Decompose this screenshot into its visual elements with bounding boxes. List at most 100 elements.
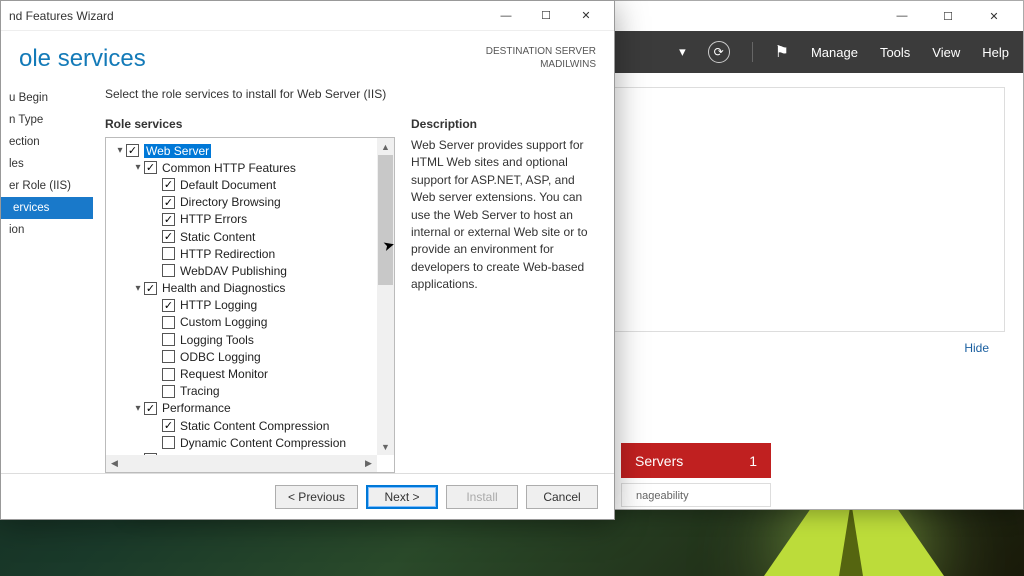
nav-step[interactable]: les — [1, 153, 93, 175]
tree-node[interactable]: Default Document — [108, 176, 375, 193]
tree-node[interactable]: HTTP Redirection — [108, 245, 375, 262]
tree-node[interactable]: ▾Performance — [108, 400, 375, 417]
sm-hide-link[interactable]: Hide — [964, 341, 989, 355]
tree-label: Logging Tools — [180, 333, 254, 347]
wizard-header: ole services DESTINATION SERVER MADILWIN… — [1, 31, 614, 81]
tree-node[interactable]: HTTP Errors — [108, 211, 375, 228]
previous-button[interactable]: < Previous — [275, 485, 358, 509]
checkbox[interactable] — [162, 264, 175, 277]
tree-node[interactable]: Logging Tools — [108, 331, 375, 348]
refresh-icon[interactable]: ⟳ — [708, 41, 730, 63]
tree-vscrollbar[interactable]: ▲ ▼ — [377, 138, 394, 455]
tree-label: Default Document — [180, 178, 276, 192]
nav-step[interactable]: ection — [1, 131, 93, 153]
tree-node[interactable]: WebDAV Publishing — [108, 262, 375, 279]
checkbox[interactable] — [126, 144, 139, 157]
tree-hscrollbar[interactable]: ◀ ▶ — [106, 455, 377, 472]
checkbox[interactable] — [162, 316, 175, 329]
checkbox[interactable] — [144, 161, 157, 174]
expand-icon[interactable]: ▾ — [132, 162, 144, 173]
description-text: Web Server provides support for HTML Web… — [411, 137, 598, 294]
wizard-footer: < Previous Next > Install Cancel — [1, 473, 614, 519]
checkbox[interactable] — [162, 368, 175, 381]
expand-icon[interactable]: ▾ — [132, 283, 144, 294]
scroll-thumb[interactable] — [378, 155, 393, 285]
role-services-tree: ▾Web Server▾Common HTTP FeaturesDefault … — [105, 137, 395, 473]
description-heading: Description — [411, 117, 598, 131]
sm-close-button[interactable]: ✕ — [971, 1, 1017, 31]
tree-label: HTTP Errors — [180, 212, 247, 226]
checkbox[interactable] — [162, 350, 175, 363]
tree-label: Request Monitor — [180, 367, 268, 381]
checkbox[interactable] — [162, 178, 175, 191]
wizard-titlebar[interactable]: nd Features Wizard — ☐ ✕ — [1, 1, 614, 31]
nav-step[interactable]: ion — [1, 219, 93, 241]
wizard-title: nd Features Wizard — [9, 9, 114, 23]
tree-node[interactable]: Dynamic Content Compression — [108, 434, 375, 451]
tree-node[interactable]: Tracing — [108, 383, 375, 400]
scroll-right-icon[interactable]: ▶ — [360, 455, 377, 472]
add-roles-wizard: nd Features Wizard — ☐ ✕ ole services DE… — [0, 0, 615, 520]
nav-step[interactable]: ervices — [1, 197, 93, 219]
tree-node[interactable]: Request Monitor — [108, 365, 375, 382]
tree-node[interactable]: ▾ Health and Diagnostics — [108, 280, 375, 297]
tree-node[interactable]: ▾ Web Server — [108, 142, 375, 159]
tree-node[interactable]: ODBC Logging — [108, 348, 375, 365]
tree-label: ODBC Logging — [180, 350, 261, 364]
instruction-text: Select the role services to install for … — [105, 87, 598, 101]
scroll-down-icon[interactable]: ▼ — [377, 438, 394, 455]
checkbox[interactable] — [162, 213, 175, 226]
checkbox[interactable] — [162, 299, 175, 312]
tree-label: Web Server — [144, 144, 211, 158]
sm-minimize-button[interactable]: — — [879, 1, 925, 31]
cancel-button[interactable]: Cancel — [526, 485, 598, 509]
scroll-left-icon[interactable]: ◀ — [106, 455, 123, 472]
tree-node[interactable]: HTTP Logging — [108, 297, 375, 314]
checkbox[interactable] — [162, 333, 175, 346]
expand-icon[interactable]: ▾ — [132, 403, 144, 414]
tree-label: HTTP Redirection — [180, 247, 275, 261]
checkbox[interactable] — [144, 402, 157, 415]
scroll-up-icon[interactable]: ▲ — [377, 138, 394, 155]
tree-label: Health and Diagnostics — [162, 281, 285, 295]
tree-label: WebDAV Publishing — [180, 264, 287, 278]
menu-help[interactable]: Help — [982, 45, 1009, 60]
tree-node[interactable]: Directory Browsing — [108, 194, 375, 211]
menu-manage[interactable]: Manage — [811, 45, 858, 60]
checkbox[interactable] — [144, 282, 157, 295]
tree-node[interactable]: Custom Logging — [108, 314, 375, 331]
sm-caret-icon[interactable]: ▾ — [679, 44, 686, 60]
sm-servers-tile[interactable]: Servers 1 — [621, 443, 771, 478]
tree-node[interactable]: ▾ Common HTTP Features — [108, 159, 375, 176]
tree-label: Directory Browsing — [180, 195, 281, 209]
tree-label: Common HTTP Features — [162, 161, 296, 175]
wiz-close-button[interactable]: ✕ — [566, 6, 606, 26]
wiz-minimize-button[interactable]: — — [486, 6, 526, 26]
flag-icon[interactable]: ⚑ — [775, 42, 789, 62]
expand-icon[interactable]: ▾ — [114, 145, 126, 156]
nav-step[interactable]: n Type — [1, 109, 93, 131]
checkbox[interactable] — [162, 436, 175, 449]
wizard-nav: u Beginn Typeectionleser Role (IIS)ervic… — [1, 81, 93, 473]
tree-node[interactable]: Static Content Compression — [108, 417, 375, 434]
menu-tools[interactable]: Tools — [880, 45, 910, 60]
destination-info: DESTINATION SERVER MADILWINS — [486, 45, 596, 73]
nav-step[interactable]: er Role (IIS) — [1, 175, 93, 197]
next-button[interactable]: Next > — [366, 485, 438, 509]
sm-maximize-button[interactable]: ☐ — [925, 1, 971, 31]
checkbox[interactable] — [162, 247, 175, 260]
tile-count: 1 — [749, 453, 757, 469]
tree-label: Tracing — [180, 384, 220, 398]
checkbox[interactable] — [162, 419, 175, 432]
checkbox[interactable] — [162, 196, 175, 209]
tree-label: Static Content — [180, 230, 255, 244]
tree-node[interactable]: Static Content — [108, 228, 375, 245]
wiz-maximize-button[interactable]: ☐ — [526, 6, 566, 26]
install-button: Install — [446, 485, 518, 509]
checkbox[interactable] — [162, 230, 175, 243]
tree-label: Dynamic Content Compression — [180, 436, 346, 450]
nav-step[interactable]: u Begin — [1, 87, 93, 109]
menu-view[interactable]: View — [932, 45, 960, 60]
checkbox[interactable] — [162, 385, 175, 398]
tile-label: Servers — [635, 453, 683, 469]
